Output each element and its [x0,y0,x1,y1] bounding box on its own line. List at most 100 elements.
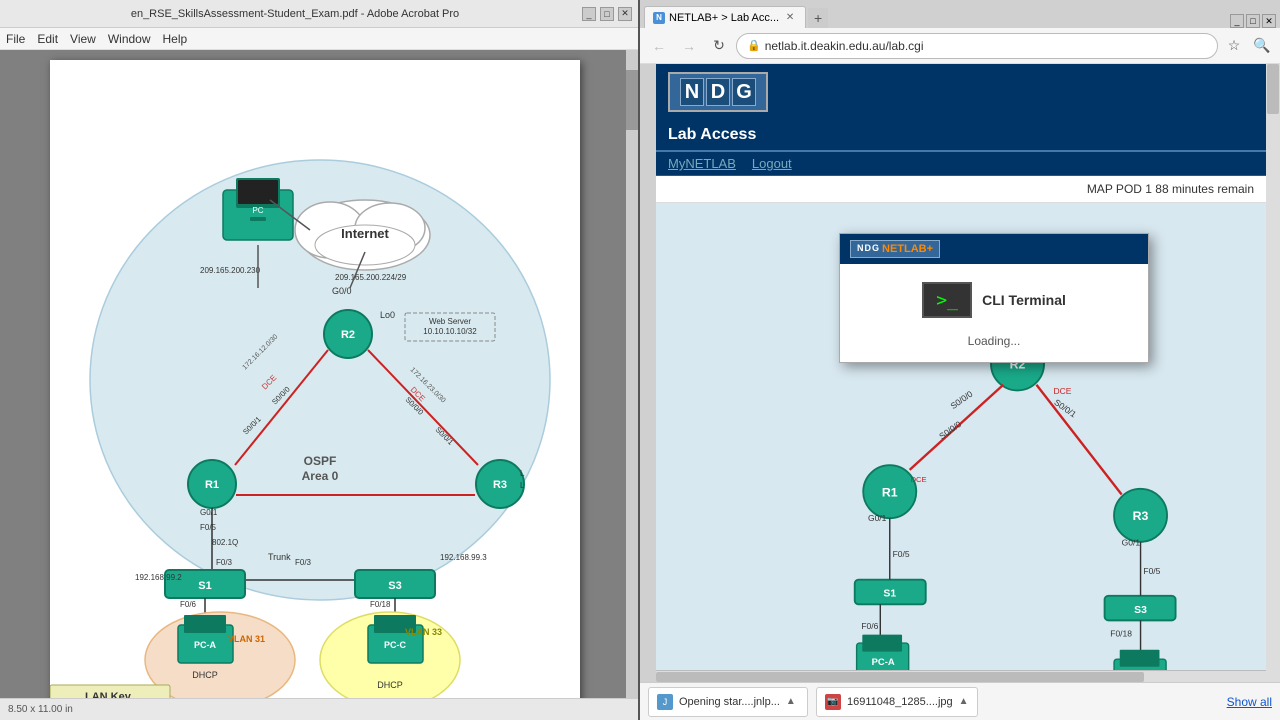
map-info-bar: MAP POD 1 88 minutes remain [656,176,1266,203]
show-all-button[interactable]: Show all [1227,695,1272,709]
pc-a-label: PC-A [194,640,216,650]
cli-modal-body: >_ CLI Terminal Loading... [840,264,1148,358]
menu-edit[interactable]: Edit [37,32,58,46]
ndg-letter-d: D [706,78,730,106]
jnlp-file-icon: J [657,694,673,710]
svg-text:DCE: DCE [911,475,927,484]
ip-label-2: 209.165.200.224/29 [335,273,407,282]
svg-text:R3: R3 [1133,509,1149,523]
s1-label: S1 [198,580,211,592]
internet-pc-line2: PC [252,206,263,215]
r1-f0-5-label: F0/5 [200,523,217,532]
menu-file[interactable]: File [6,32,25,46]
back-button[interactable]: ← [646,33,672,59]
menu-window[interactable]: Window [108,32,151,46]
pdf-menubar: File Edit View Window Help [0,28,640,50]
cli-ndg-logo: N D G NETLAB+ [850,240,940,258]
dhcp1-label: DHCP [192,670,218,680]
browser-download-bar: J Opening star....jnlp... ▲ 📷 16911048_1… [640,682,1280,720]
pdf-viewer-panel: en_RSE_SkillsAssessment-Student_Exam.pdf… [0,0,640,720]
browser-main-content: N D G Lab Access MyNETLAB Logout MAP POD… [656,64,1266,682]
jpg-chevron-icon[interactable]: ▲ [959,696,969,707]
r3-label: R3 [493,479,507,491]
bookmark-star-icon[interactable]: ☆ [1222,34,1246,58]
cli-terminal-modal[interactable]: N D G NETLAB+ >_ CLI Terminal [839,233,1149,363]
web-server-ip: 10.10.10.10/32 [423,327,477,336]
lan-key-label: LAN Key [85,691,132,698]
network-map-area: N D G NETLAB+ >_ CLI Terminal [656,203,1266,682]
browser-close[interactable]: ✕ [1262,14,1276,28]
lo0-label: Lo0 [380,310,395,320]
pdf-title: en_RSE_SkillsAssessment-Student_Exam.pdf… [8,8,582,20]
search-icon[interactable]: 🔍 [1250,34,1274,58]
browser-vertical-scrollbar[interactable] [1266,64,1280,682]
ndg-letter-g: G [732,78,756,106]
browser-window-controls: _ □ ✕ [1230,14,1276,28]
vlan33-label: VLAN 33 [405,627,442,637]
logout-link[interactable]: Logout [752,156,792,171]
ospf-label: OSPF [304,454,337,468]
pdf-page: Internet Internet PC 209.165.200.230 209… [50,60,580,698]
pdf-content-area: Internet Internet PC 209.165.200.230 209… [0,50,640,698]
menu-view[interactable]: View [70,32,96,46]
jnlp-filename: Opening star....jnlp... [679,696,780,708]
svg-text:S0/0/0: S0/0/0 [937,419,963,441]
trunk-label: Trunk [268,552,291,562]
browser-navbar: ← → ↻ 🔒 netlab.it.deakin.edu.au/lab.cgi … [640,28,1280,64]
vlan31-label: VLAN 31 [228,634,265,644]
internet-label: Internet [341,226,389,241]
g0-0-label: G0/0 [332,286,352,296]
f0-3-label-2: F0/3 [295,558,312,567]
download-item-jnlp[interactable]: J Opening star....jnlp... ▲ [648,687,808,717]
address-lock-icon: 🔒 [747,39,761,52]
active-tab[interactable]: N NETLAB+ > Lab Acc... ✕ [644,6,806,28]
vlan-802-label: 802.1Q [212,538,238,547]
address-bar[interactable]: 🔒 netlab.it.deakin.edu.au/lab.cgi [736,33,1218,59]
svg-text:F0/5: F0/5 [1143,566,1160,576]
svg-text:F0/5: F0/5 [893,549,910,559]
forward-button[interactable]: → [676,33,702,59]
r3-l2-label: L [520,481,525,490]
jnlp-chevron-icon[interactable]: ▲ [786,696,796,707]
address-text: netlab.it.deakin.edu.au/lab.cgi [765,39,924,53]
cli-modal-header: N D G NETLAB+ [840,234,1148,264]
svg-text:G0/1: G0/1 [1122,538,1141,548]
dhcp2-label: DHCP [377,680,403,690]
s1-ip-label: 192.168.99.2 [135,573,182,582]
svg-text:S3: S3 [1134,605,1147,616]
ospf-area-label: Area 0 [302,469,339,483]
close-button[interactable]: ✕ [618,7,632,21]
svg-text:S1: S1 [883,589,896,600]
download-item-jpg[interactable]: 📷 16911048_1285....jpg ▲ [816,687,978,717]
tab-close-button[interactable]: ✕ [783,11,797,25]
browser-hscrollbar-thumb[interactable] [656,672,1144,682]
new-tab-button[interactable]: + [808,8,828,28]
r2-label: R2 [341,329,355,341]
browser-maximize[interactable]: □ [1246,14,1260,28]
tab-favicon: N [653,12,665,24]
browser-horizontal-scrollbar[interactable] [656,670,1266,682]
svg-text:F0/18: F0/18 [1110,628,1132,638]
menu-help[interactable]: Help [163,32,188,46]
pdf-page-size: 8.50 x 11.00 in [8,704,73,715]
s3-label: S3 [388,580,401,592]
svg-text:PC-A: PC-A [872,657,895,668]
cli-modal-content: >_ CLI Terminal [914,274,1074,326]
f0-3-label-1: F0/3 [216,558,233,567]
maximize-button[interactable]: □ [600,7,614,21]
browser-scrollbar-thumb[interactable] [1267,64,1279,114]
cli-terminal-label: CLI Terminal [982,292,1066,308]
pdf-titlebar: en_RSE_SkillsAssessment-Student_Exam.pdf… [0,0,640,28]
r3-l-label: L [520,469,525,478]
pdf-window-controls[interactable]: _ □ ✕ [582,7,632,21]
refresh-button[interactable]: ↻ [706,33,732,59]
browser-minimize[interactable]: _ [1230,14,1244,28]
pc-c-label: PC-C [384,640,406,650]
mynetlab-link[interactable]: MyNETLAB [668,156,736,171]
minimize-button[interactable]: _ [582,7,596,21]
r1-label: R1 [205,479,219,491]
netlab-navbar: MyNETLAB Logout [656,152,1266,176]
r1-g0-1-label: G0/1 [200,508,218,517]
map-pod-info: MAP POD 1 88 minutes remain [1087,182,1254,196]
s3-ip-label: 192.168.99.3 [440,553,487,562]
